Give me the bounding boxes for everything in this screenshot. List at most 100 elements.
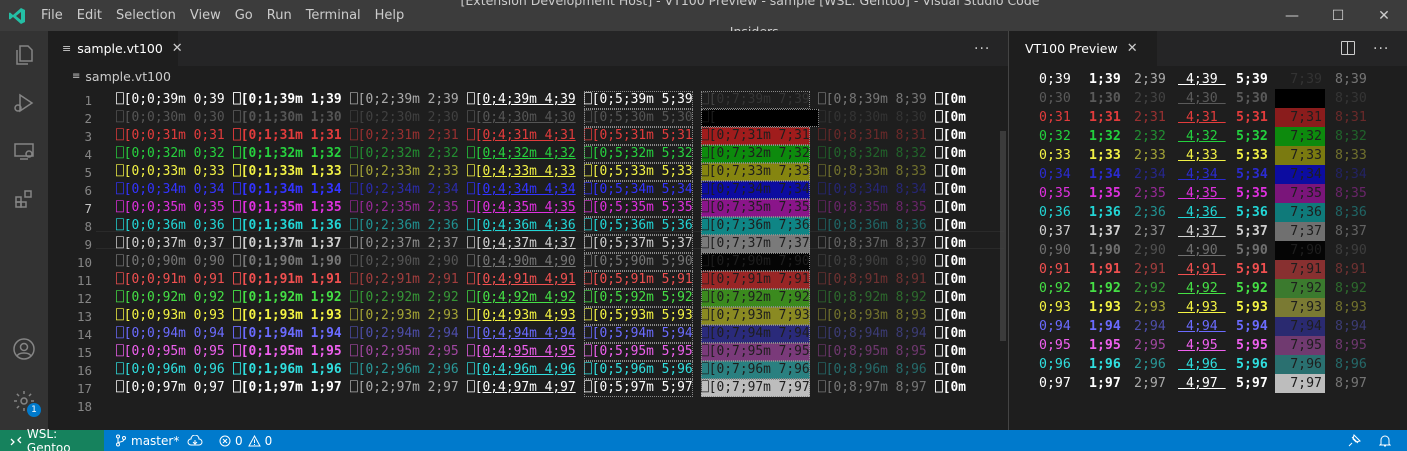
- preview-cell: 2;97: [1134, 376, 1166, 391]
- escape-char-glyph: ⎕[: [584, 236, 600, 251]
- close-tab-icon[interactable]: ✕: [1127, 41, 1138, 56]
- menu-run[interactable]: Run: [260, 0, 299, 31]
- split-editor-icon[interactable]: [1341, 41, 1355, 55]
- menu-help[interactable]: Help: [368, 0, 412, 31]
- sequence-text: 0;5;32m 5;32: [599, 146, 693, 161]
- menu-terminal[interactable]: Terminal: [299, 0, 368, 31]
- maximize-button[interactable]: ☐: [1315, 0, 1361, 31]
- code-line[interactable]: 14 ⎕[0;0;94m 0;94 ⎕[0;1;94m 1;94 ⎕[0;2;94m …: [48, 325, 998, 343]
- ansi-sequence: ⎕[0;7;92m 7;92: [701, 289, 810, 307]
- code-line[interactable]: 18: [48, 397, 998, 415]
- escape-char-glyph: ⎕[: [818, 254, 834, 269]
- code-line[interactable]: 2 ⎕[0;0;30m 0;30 ⎕[0;1;30m 1;30 ⎕[0;2;30m 2…: [48, 109, 998, 127]
- preview-cell: 7;36: [1275, 203, 1325, 222]
- run-debug-icon[interactable]: [0, 79, 48, 127]
- sequence-text: 0;0;93m 0;93: [131, 308, 225, 323]
- preview-cell: 8;37: [1335, 224, 1367, 239]
- escape-char-glyph: ⎕[: [701, 326, 717, 341]
- warning-icon: [247, 434, 261, 446]
- problems-indicator[interactable]: 0 0: [219, 430, 272, 451]
- preview-cell: 5;30: [1236, 91, 1268, 106]
- code-line[interactable]: 8 ⎕[0;0;36m 0;36 ⎕[0;1;36m 1;36 ⎕[0;2;36m 2…: [48, 217, 998, 235]
- code-line[interactable]: 13 ⎕[0;0;93m 0;93 ⎕[0;1;93m 1;93 ⎕[0;2;93m …: [48, 307, 998, 325]
- code-line[interactable]: 7 ⎕[0;0;35m 0;35 ⎕[0;1;35m 1;35 ⎕[0;2;35m 2…: [48, 199, 998, 217]
- code-line[interactable]: 4 ⎕[0;0;32m 0;32 ⎕[0;1;32m 1;32 ⎕[0;2;32m 2…: [48, 145, 998, 163]
- more-actions-icon[interactable]: ···: [1373, 31, 1389, 66]
- preview-cell: 1;94: [1089, 319, 1121, 334]
- ansi-sequence: ⎕[0;5;36m 5;36: [584, 217, 693, 235]
- menu-selection[interactable]: Selection: [109, 0, 183, 31]
- preview-row: 0;92 1;92 2;92 4;92 5;92 7;92 8;92: [1009, 279, 1407, 298]
- code-line[interactable]: 16 ⎕[0;0;96m 0;96 ⎕[0;1;96m 1;96 ⎕[0;2;96m …: [48, 361, 998, 379]
- remote-indicator[interactable]: WSL: Gentoo: [0, 427, 104, 451]
- sequence-text: 0;8;91m 8;91: [833, 272, 927, 287]
- preview-cell: 4;93: [1178, 300, 1226, 315]
- code-line[interactable]: 5 ⎕[0;0;33m 0;33 ⎕[0;1;33m 1;33 ⎕[0;2;33m 2…: [48, 163, 998, 181]
- sequence-text: 0;2;39m 2;39: [365, 92, 459, 107]
- breadcrumb-file[interactable]: sample.vt100: [85, 69, 171, 84]
- menu-view[interactable]: View: [183, 0, 228, 31]
- ansi-sequence: ⎕[0;8;39m 8;39: [818, 91, 927, 109]
- code-line[interactable]: 3 ⎕[0;0;31m 0;31 ⎕[0;1;31m 1;31 ⎕[0;2;31m 2…: [48, 127, 998, 145]
- escape-char-glyph: ⎕[: [584, 290, 600, 305]
- sequence-text: 0;5;36m 5;36: [599, 218, 693, 233]
- escape-char-glyph: ⎕[: [116, 164, 132, 179]
- tab-sample-vt100[interactable]: ≡ sample.vt100 ✕: [48, 31, 183, 66]
- ansi-sequence: ⎕[0;4;33m 4;33: [467, 163, 576, 181]
- preview-row: 0;32 1;32 2;32 4;32 5;32 7;32 8;32: [1009, 127, 1407, 146]
- code-line[interactable]: 15 ⎕[0;0;95m 0;95 ⎕[0;1;95m 1;95 ⎕[0;2;95m …: [48, 343, 998, 361]
- preview-cell: 1;31: [1089, 110, 1121, 125]
- settings-badge: 1: [27, 403, 41, 417]
- preview-cell: 1;92: [1089, 281, 1121, 296]
- scrollbar-thumb[interactable]: [1000, 131, 1006, 341]
- ansi-sequence: ⎕[0;2;92m 2;92: [350, 289, 459, 307]
- git-branch[interactable]: master*: [115, 430, 179, 451]
- close-tab-icon[interactable]: ✕: [172, 41, 183, 56]
- escape-char-glyph: ⎕[: [935, 200, 951, 215]
- ansi-sequence: ⎕[0;8;96m 8;96: [818, 361, 927, 379]
- code-line[interactable]: 12 ⎕[0;0;92m 0;92 ⎕[0;1;92m 1;92 ⎕[0;2;92m …: [48, 289, 998, 307]
- escape-char-glyph: ⎕[: [467, 236, 483, 251]
- sync-icon[interactable]: [187, 430, 207, 451]
- ansi-sequence: ⎕[0;0;97m 0;97: [116, 379, 225, 397]
- code-line[interactable]: 10 ⎕[0;0;90m 0;90 ⎕[0;1;90m 1;90 ⎕[0;2;90m …: [48, 253, 998, 271]
- ansi-sequence: ⎕[0;4;32m 4;32: [467, 145, 576, 163]
- extensions-icon[interactable]: [0, 175, 48, 223]
- escape-char-glyph: ⎕[: [116, 236, 132, 251]
- escape-char-glyph: ⎕[: [935, 164, 951, 179]
- explorer-icon[interactable]: [0, 31, 48, 79]
- preview-cell: 5;35: [1236, 186, 1268, 201]
- breadcrumb[interactable]: ≡ sample.vt100: [48, 66, 1008, 87]
- code-area[interactable]: 1 ⎕[0;0;39m 0;39 ⎕[0;1;39m 1;39 ⎕[0;2;39m 2…: [48, 87, 1008, 430]
- code-line[interactable]: 9 ⎕[0;0;37m 0;37 ⎕[0;1;37m 1;37 ⎕[0;2;37m 2…: [48, 235, 998, 253]
- minimize-button[interactable]: —: [1269, 0, 1315, 31]
- vscode-insiders-logo-icon[interactable]: [0, 0, 34, 31]
- more-actions-icon[interactable]: ···: [974, 31, 990, 66]
- code-line[interactable]: 1 ⎕[0;0;39m 0;39 ⎕[0;1;39m 1;39 ⎕[0;2;39m 2…: [48, 91, 998, 109]
- settings-gear-icon[interactable]: [0, 377, 48, 425]
- menu-edit[interactable]: Edit: [70, 0, 109, 31]
- code-line[interactable]: 17 ⎕[0;0;97m 0;97 ⎕[0;1;97m 1;97 ⎕[0;2;97m …: [48, 379, 998, 397]
- line-number: 13: [76, 308, 92, 324]
- sequence-text: 0;0;31m 0;31: [131, 128, 225, 143]
- preview-cell: 0;91: [1039, 262, 1071, 277]
- ansi-sequence: ⎕[0;4;90m 4;90: [467, 253, 576, 271]
- close-window-button[interactable]: ✕: [1361, 0, 1407, 31]
- code-line[interactable]: 11 ⎕[0;0;91m 0;91 ⎕[0;1;91m 1;91 ⎕[0;2;91m …: [48, 271, 998, 289]
- tab-vt100-preview[interactable]: VT100 Preview ✕: [1009, 31, 1157, 66]
- code-line[interactable]: 6 ⎕[0;0;34m 0;34 ⎕[0;1;34m 1;34 ⎕[0;2;34m 2…: [48, 181, 998, 199]
- menu-file[interactable]: File: [34, 0, 70, 31]
- sequence-text: 0;0;96m 0;96: [131, 362, 225, 377]
- notifications-bell-icon[interactable]: [1379, 430, 1395, 451]
- menu-go[interactable]: Go: [228, 0, 260, 31]
- feedback-icon[interactable]: [1347, 430, 1365, 451]
- remote-explorer-icon[interactable]: [0, 127, 48, 175]
- ansi-sequence: ⎕[0;0;30m 0;30: [116, 109, 225, 127]
- preview-cell: 0;35: [1039, 186, 1071, 201]
- preview-cell: 8;34: [1335, 167, 1367, 182]
- escape-char-glyph: ⎕[: [584, 182, 600, 197]
- account-icon[interactable]: [0, 325, 48, 373]
- preview-cell: 8;30: [1335, 91, 1367, 106]
- ansi-sequence: ⎕[0;7;95m 7;95: [701, 343, 810, 361]
- escape-char-glyph: ⎕[: [818, 380, 834, 395]
